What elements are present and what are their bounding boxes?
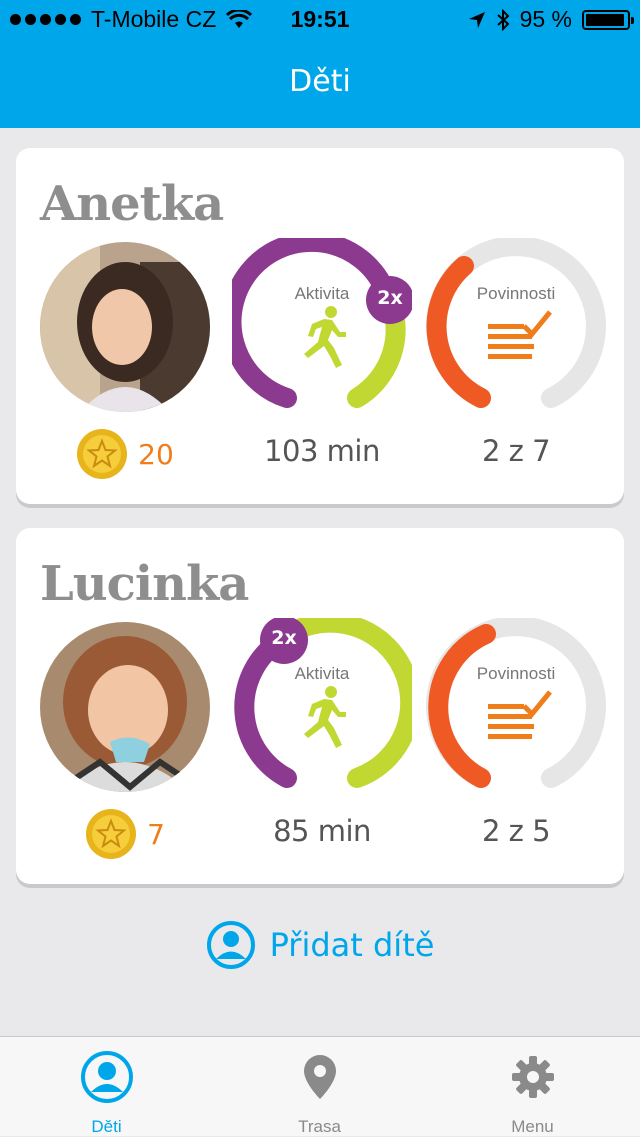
child-name: Lucinka: [40, 556, 249, 612]
location-arrow-icon: [468, 11, 485, 28]
duties-ring[interactable]: Povinnosti: [426, 616, 606, 798]
checklist-icon: [488, 690, 552, 739]
add-child-label: Přidat dítě: [269, 926, 435, 964]
add-child-button[interactable]: Přidat dítě: [0, 918, 640, 972]
tab-trasa[interactable]: Trasa: [213, 1037, 426, 1137]
star-coin-icon: [86, 809, 137, 859]
tab-deti[interactable]: Děti: [0, 1037, 213, 1137]
child-card-lucinka[interactable]: Lucinka 7 Aktivita 2x 85 min Povinnosti …: [16, 528, 624, 884]
activity-ring[interactable]: Aktivita 2x: [221, 231, 414, 418]
tab-label: Trasa: [298, 1117, 341, 1136]
tab-label: Menu: [511, 1117, 554, 1136]
coin-row: 20: [40, 426, 210, 482]
tab-menu[interactable]: Menu: [426, 1037, 639, 1137]
page-title: Děti: [289, 64, 351, 99]
user-icon: [80, 1051, 133, 1103]
status-bar: T-Mobile CZ 19:51 95 %: [0, 0, 640, 40]
coin-count: 7: [147, 817, 165, 851]
coin-row: 7: [40, 806, 210, 862]
bluetooth-icon: [496, 8, 510, 31]
map-pin-icon: [303, 1055, 336, 1099]
child-name: Anetka: [40, 176, 224, 232]
activity-value: 85 min: [273, 814, 371, 848]
duties-title: Povinnosti: [476, 284, 556, 303]
multiplier-badge: 2x: [271, 627, 297, 649]
battery-label: 95 %: [519, 6, 572, 32]
avatar[interactable]: [40, 242, 210, 412]
activity-value: 103 min: [264, 434, 380, 468]
avatar[interactable]: [40, 622, 210, 792]
tab-bar: Děti Trasa Menu: [0, 1036, 640, 1136]
star-coin-icon: [77, 429, 128, 479]
nav-bar: Děti: [0, 40, 640, 128]
activity-ring[interactable]: Aktivita 2x: [232, 612, 421, 798]
status-right: 95 %: [468, 6, 634, 33]
tab-label: Děti: [91, 1117, 122, 1136]
child-card-anetka[interactable]: Anetka 20 Aktivita 2x 103 min Povinnosti…: [16, 148, 624, 504]
duties-ring[interactable]: Povinnosti: [426, 236, 606, 418]
activity-title: Aktivita: [294, 664, 350, 683]
duties-title: Povinnosti: [476, 664, 556, 683]
duties-value: 2 z 5: [481, 814, 551, 848]
checklist-icon: [488, 310, 552, 359]
battery-icon: [582, 9, 634, 30]
multiplier-badge: 2x: [377, 287, 403, 309]
user-circle-icon: [206, 921, 255, 969]
duties-value: 2 z 7: [481, 434, 551, 468]
coin-count: 20: [138, 437, 174, 471]
gear-icon: [511, 1056, 554, 1098]
